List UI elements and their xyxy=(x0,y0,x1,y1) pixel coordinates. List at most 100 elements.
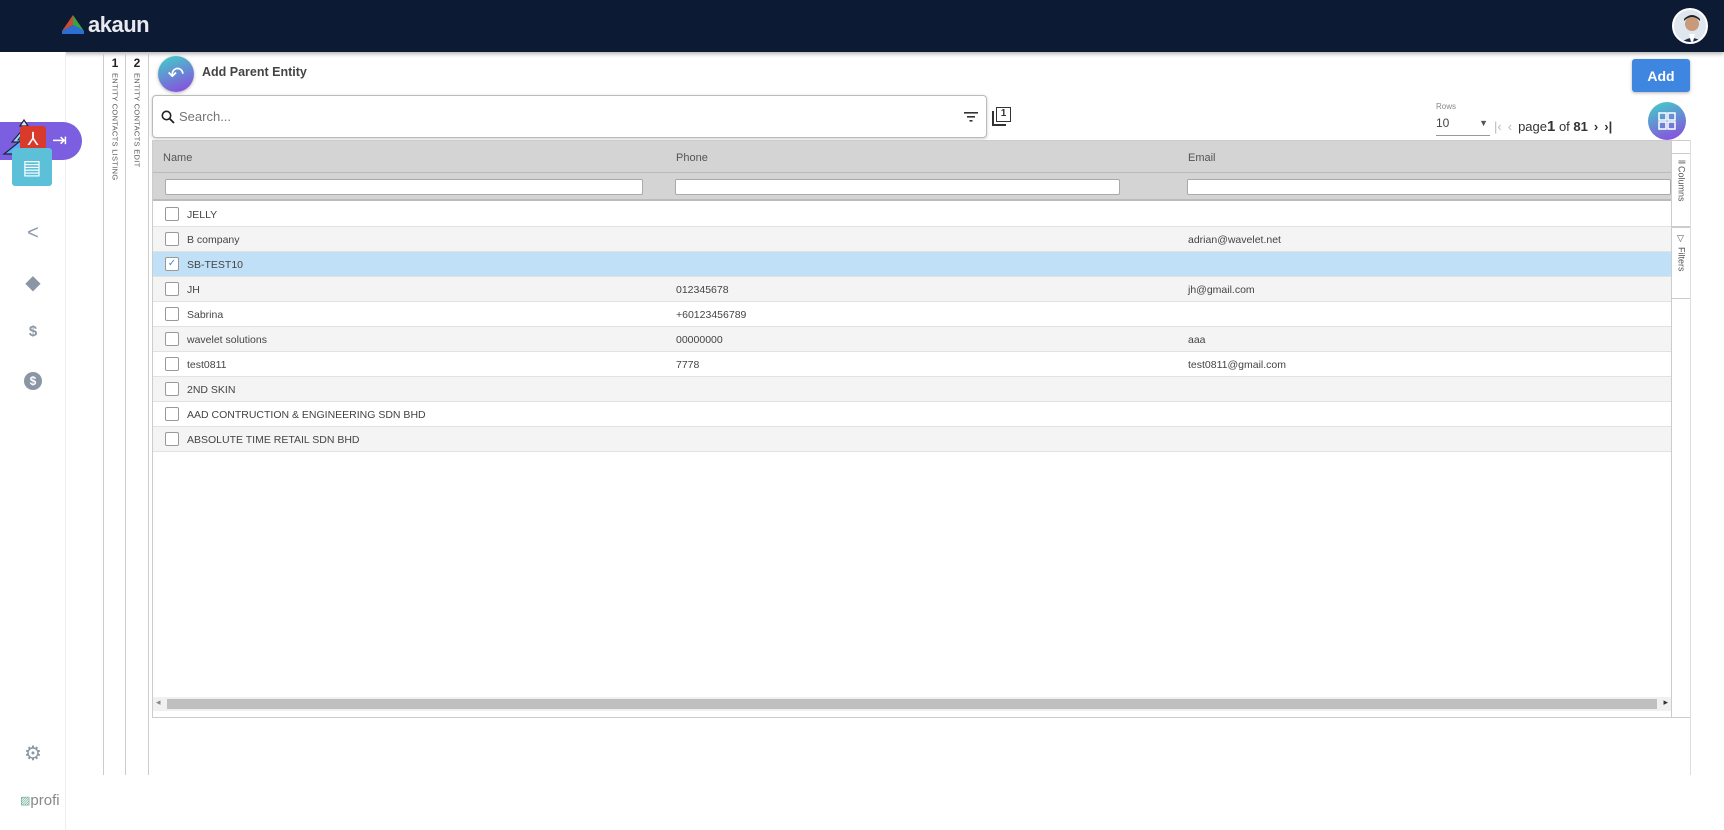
table-row[interactable]: test0811 7778 test0811@gmail.com xyxy=(153,352,1671,377)
table-row[interactable]: JH 012345678 jh@gmail.com xyxy=(153,277,1671,302)
share-icon[interactable]: < xyxy=(20,220,46,246)
rail-number: 2 xyxy=(133,56,141,70)
rows-value: 10 xyxy=(1436,116,1450,130)
scrollbar-thumb[interactable] xyxy=(167,699,1657,709)
cell-phone: 012345678 xyxy=(676,284,729,296)
current-page: 1 xyxy=(1546,118,1556,135)
cell-name: Sabrina xyxy=(187,309,224,321)
rail-label: ENTITY CONTACTS EDIT xyxy=(132,73,142,168)
columns-tab-label: Columns xyxy=(1676,166,1687,202)
broken-image-icon: ▨ xyxy=(20,795,31,807)
rail-entity-contacts-listing[interactable]: 1 ENTITY CONTACTS LISTING xyxy=(103,52,126,775)
row-checkbox[interactable]: ✓ xyxy=(165,257,179,271)
row-checkbox[interactable] xyxy=(165,332,179,346)
data-grid: Name Phone Email JELLY B company adrian@… xyxy=(152,140,1691,718)
table-row[interactable]: 2ND SKIN xyxy=(153,377,1671,402)
column-header-email[interactable]: Email xyxy=(1188,152,1216,164)
cell-email: test0811@gmail.com xyxy=(1188,359,1287,371)
cell-name: ABSOLUTE TIME RETAIL SDN BHD xyxy=(187,434,360,446)
column-header-name[interactable]: Name xyxy=(163,152,192,164)
sidebar: ⇥ ⅄ ▤ < ◆ $ $ ⚙ xyxy=(0,52,82,830)
settings-icon[interactable]: ⚙ xyxy=(20,740,46,766)
reply-arrow-icon: ↶ xyxy=(167,63,185,86)
cell-name: wavelet solutions xyxy=(187,334,267,346)
cell-phone: 00000000 xyxy=(676,334,723,346)
rows-label: Rows xyxy=(1436,102,1457,111)
contacts-icon[interactable]: ▤ xyxy=(12,148,52,186)
top-bar: akaun xyxy=(0,0,1724,52)
rail-label: ENTITY CONTACTS LISTING xyxy=(110,73,120,181)
cell-phone: +60123456789 xyxy=(676,309,747,321)
invoice-icon[interactable]: $ xyxy=(20,318,46,344)
table-row[interactable]: ✓ SB-TEST10 xyxy=(153,252,1671,277)
filter-row xyxy=(153,173,1671,201)
search-input[interactable] xyxy=(179,109,964,124)
row-checkbox[interactable] xyxy=(165,232,179,246)
cell-name: SB-TEST10 xyxy=(187,259,244,271)
row-checkbox[interactable] xyxy=(165,207,179,221)
cell-email: aaa xyxy=(1188,334,1206,346)
user-avatar[interactable] xyxy=(1672,8,1708,44)
caret-down-icon: ▼ xyxy=(1479,118,1488,128)
row-checkbox[interactable] xyxy=(165,357,179,371)
logo-icon xyxy=(62,15,84,34)
logo[interactable]: akaun xyxy=(62,12,150,38)
login-icon[interactable]: ⇥ xyxy=(52,130,67,151)
total-pages: 81 xyxy=(1573,119,1588,134)
content-border xyxy=(1690,140,1691,775)
row-checkbox[interactable] xyxy=(165,407,179,421)
rail-entity-contacts-edit[interactable]: 2 ENTITY CONTACTS EDIT xyxy=(125,52,148,775)
first-page-icon[interactable]: |‹ xyxy=(1494,119,1502,134)
phone-filter-input[interactable] xyxy=(675,179,1120,195)
back-button[interactable]: ↶ xyxy=(158,56,194,92)
copy-icon[interactable]: 1 xyxy=(992,107,1012,127)
next-page-icon[interactable]: › xyxy=(1594,119,1598,134)
last-page-icon[interactable]: ›| xyxy=(1604,119,1612,134)
search-icon xyxy=(161,110,175,124)
table-row[interactable]: wavelet solutions 00000000 aaa xyxy=(153,327,1671,352)
row-checkbox[interactable] xyxy=(165,307,179,321)
scroll-left-icon[interactable]: ◂ xyxy=(156,697,161,708)
grid-header: Name Phone Email xyxy=(153,141,1671,173)
table-row[interactable]: AAD CONTRUCTION & ENGINEERING SDN BHD xyxy=(153,402,1671,427)
grid-icon xyxy=(1658,112,1676,130)
table-row[interactable]: Sabrina +60123456789 xyxy=(153,302,1671,327)
table-row[interactable]: JELLY xyxy=(153,202,1671,227)
columns-icon: ⦀ xyxy=(1676,160,1687,164)
search-box xyxy=(152,95,987,138)
profile-alt-text: profi xyxy=(30,792,60,809)
columns-tab[interactable]: ⦀ Columns xyxy=(1672,153,1691,227)
row-checkbox[interactable] xyxy=(165,432,179,446)
scroll-right-icon[interactable]: ▸ xyxy=(1663,697,1668,708)
logo-text: akaun xyxy=(88,12,150,37)
cell-name: test0811 xyxy=(187,359,227,371)
cell-phone: 7778 xyxy=(676,359,700,371)
table-row[interactable]: B company adrian@wavelet.net xyxy=(153,227,1671,252)
paginator: |‹ ‹ page1 of 81 › ›| xyxy=(1494,118,1612,135)
currency-icon[interactable]: $ xyxy=(20,368,46,394)
row-checkbox[interactable] xyxy=(165,382,179,396)
cell-name: JH xyxy=(187,284,200,296)
column-header-phone[interactable]: Phone xyxy=(676,152,708,164)
name-filter-input[interactable] xyxy=(165,179,643,195)
email-filter-input[interactable] xyxy=(1187,179,1671,195)
cell-email: adrian@wavelet.net xyxy=(1188,234,1281,246)
prev-page-icon[interactable]: ‹ xyxy=(1508,119,1512,134)
filters-tab[interactable]: ▽ Filters xyxy=(1672,227,1691,299)
cell-name: JELLY xyxy=(187,209,218,221)
tag-icon[interactable]: ◆ xyxy=(20,269,46,295)
table-row[interactable]: ABSOLUTE TIME RETAIL SDN BHD xyxy=(153,427,1671,452)
row-checkbox[interactable] xyxy=(165,282,179,296)
add-button[interactable]: Add xyxy=(1632,59,1690,92)
rows-per-page-select[interactable]: 10 ▼ xyxy=(1436,116,1490,136)
horizontal-scrollbar[interactable]: ◂ ▸ xyxy=(153,697,1671,711)
copy-count: 1 xyxy=(996,107,1011,122)
page-word: page xyxy=(1518,119,1547,134)
cell-name: 2ND SKIN xyxy=(187,384,236,396)
grid-side-bar: ⦀ Columns ▽ Filters xyxy=(1671,141,1691,717)
filter-icon[interactable] xyxy=(964,111,978,122)
profile-image-broken[interactable]: ▨ profi xyxy=(20,792,60,809)
grid-view-button[interactable] xyxy=(1648,102,1686,140)
cell-name: AAD CONTRUCTION & ENGINEERING SDN BHD xyxy=(187,409,426,421)
rail-number: 1 xyxy=(111,56,119,70)
